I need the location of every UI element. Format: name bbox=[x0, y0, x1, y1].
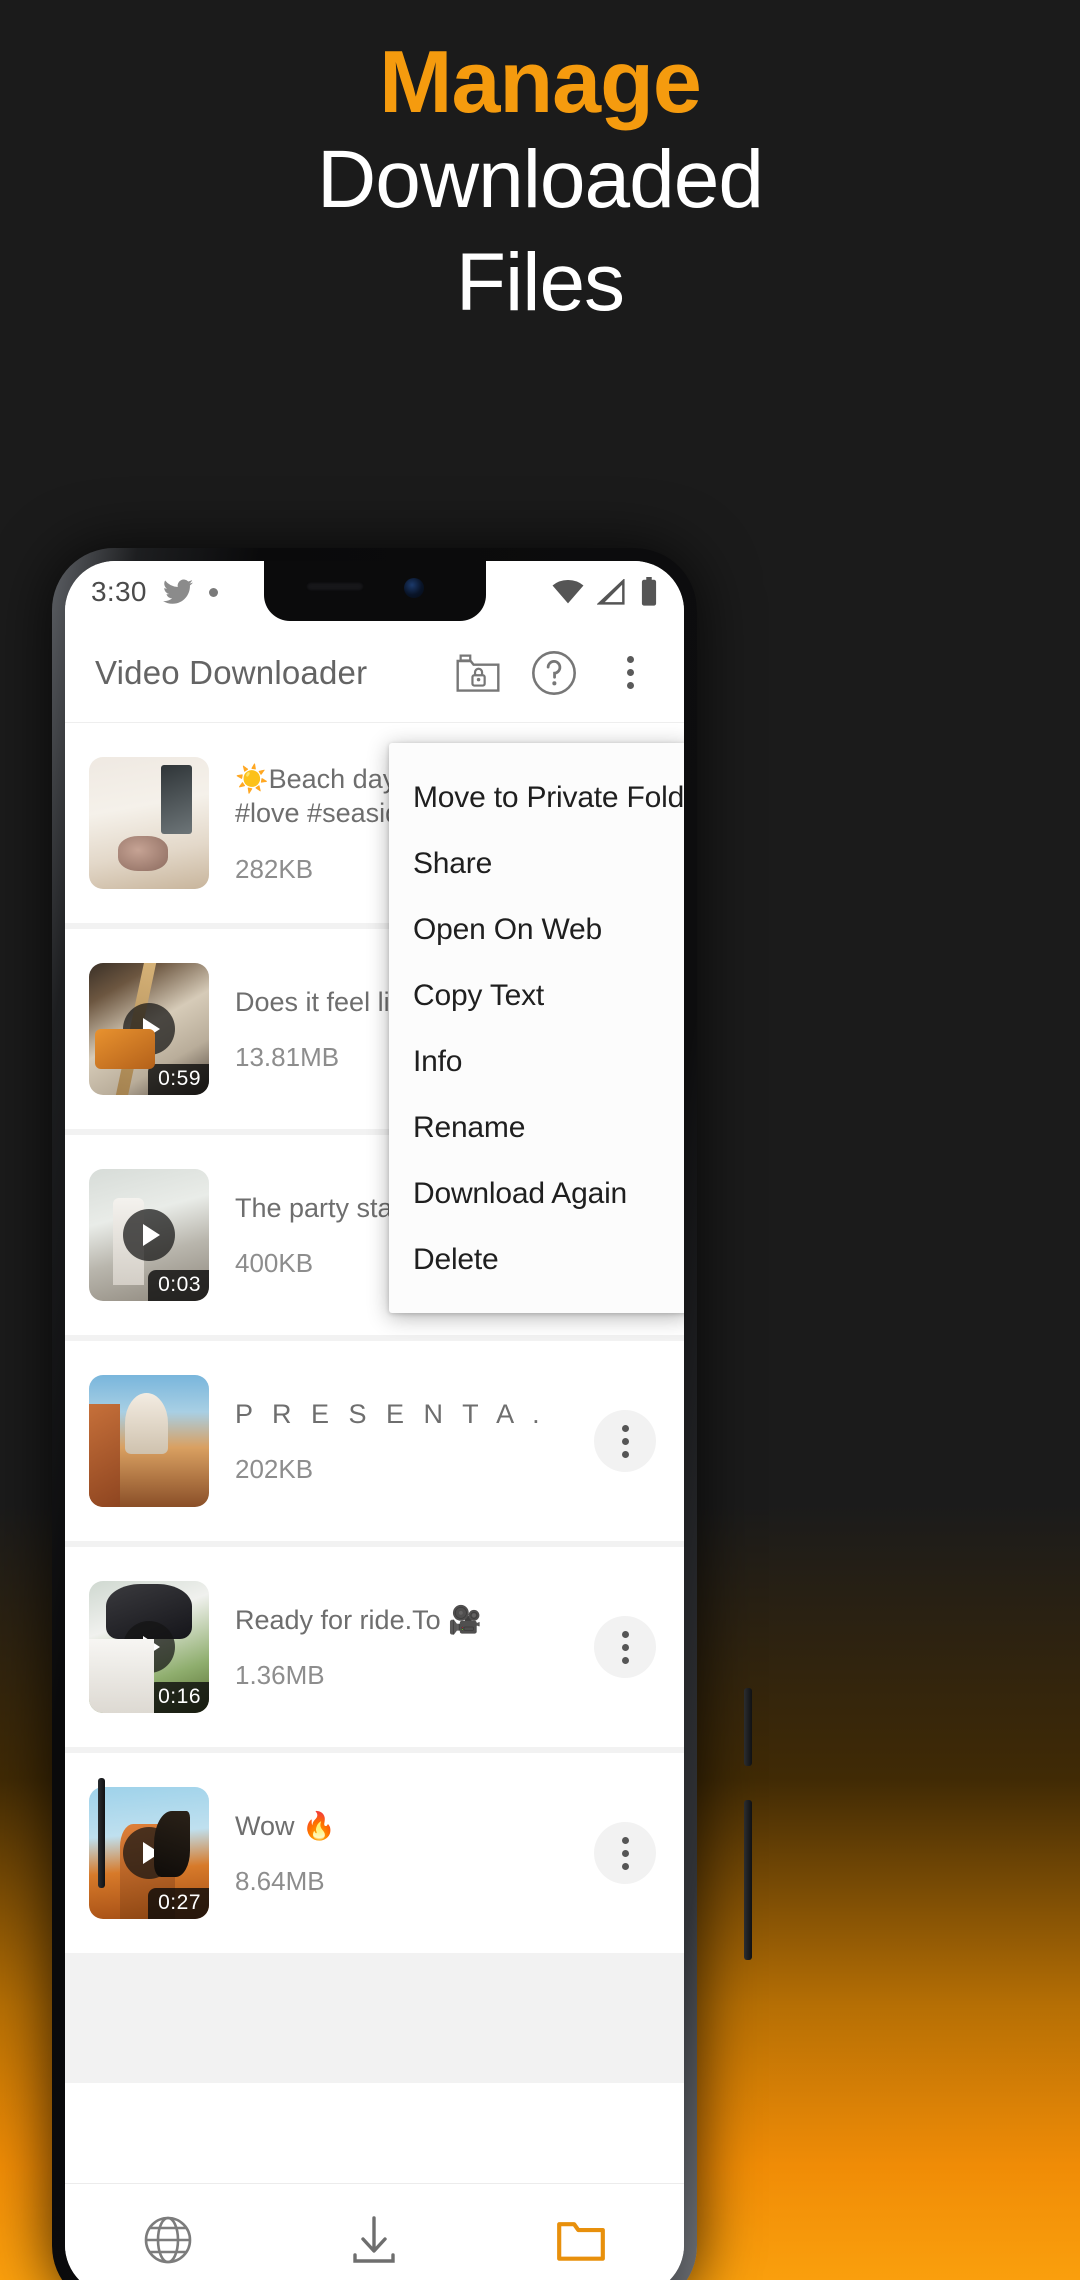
folder-icon bbox=[556, 2221, 605, 2261]
list-item-thumbnail[interactable]: 0:59 bbox=[89, 963, 209, 1095]
overflow-menu-icon[interactable] bbox=[598, 641, 662, 705]
dot-icon bbox=[208, 587, 218, 597]
nav-item-downloads[interactable] bbox=[271, 2184, 477, 2280]
dot bbox=[621, 1437, 629, 1445]
play-icon bbox=[123, 1827, 175, 1879]
status-bar-right bbox=[552, 577, 658, 607]
front-camera-icon bbox=[403, 578, 424, 598]
wifi-icon bbox=[552, 579, 584, 605]
dot bbox=[621, 1424, 629, 1432]
phone-notch bbox=[263, 561, 486, 621]
list-item-overflow-icon[interactable] bbox=[594, 1616, 656, 1678]
status-bar-left: 3:30 bbox=[91, 576, 218, 608]
phone-button-left[interactable] bbox=[98, 1778, 105, 1888]
nav-item-files[interactable] bbox=[478, 2184, 684, 2280]
list-item-thumbnail[interactable]: 0:03 bbox=[89, 1169, 209, 1301]
list-item-thumbnail[interactable]: 0:27 bbox=[89, 1787, 209, 1919]
context-menu-item[interactable]: Delete bbox=[389, 1227, 684, 1293]
context-menu-item[interactable]: Share bbox=[389, 831, 684, 897]
nav-item-browser[interactable] bbox=[65, 2184, 271, 2280]
list-item-overflow-icon[interactable] bbox=[594, 1822, 656, 1884]
context-menu-item[interactable]: Download Again bbox=[389, 1161, 684, 1227]
phone-button-volume[interactable] bbox=[744, 1688, 752, 1766]
twitter-icon bbox=[162, 579, 193, 605]
dot bbox=[626, 682, 634, 689]
context-menu-item[interactable]: Open On Web bbox=[389, 897, 684, 963]
locked-folder-icon[interactable] bbox=[446, 641, 510, 705]
context-menu-item[interactable]: Copy Text bbox=[389, 963, 684, 1029]
list-item-size: 202KB bbox=[235, 1453, 314, 1484]
headline-line-1: Manage bbox=[379, 32, 702, 131]
video-duration: 0:27 bbox=[148, 1888, 209, 1919]
dot bbox=[626, 656, 634, 663]
list-item[interactable]: 0:16 Ready for ride.To 🎥 1.36MB bbox=[65, 1547, 684, 1747]
bottom-navigation bbox=[65, 2183, 684, 2280]
cellular-signal-icon bbox=[597, 579, 627, 605]
context-menu[interactable]: Move to Private Folder Share Open On Web Co… bbox=[389, 743, 684, 1313]
download-arrow-icon bbox=[353, 2215, 396, 2263]
dot bbox=[621, 1450, 629, 1458]
app-bar: Video Downloader bbox=[65, 623, 684, 723]
phone-screen: 3:30 Video Downloader ☀️Beach days #love… bbox=[65, 561, 684, 2280]
list-item[interactable]: P R E S E N T A . 202KB bbox=[65, 1341, 684, 1541]
phone-mockup: 3:30 Video Downloader ☀️Beach days #love… bbox=[52, 548, 752, 2280]
dot bbox=[621, 1643, 629, 1651]
phone-button-power[interactable] bbox=[744, 1800, 752, 1960]
status-time: 3:30 bbox=[91, 576, 147, 607]
list-item-size: 1.36MB bbox=[235, 1659, 325, 1690]
earpiece-icon bbox=[305, 582, 364, 591]
globe-icon bbox=[144, 2216, 192, 2263]
context-menu-item[interactable]: Rename bbox=[389, 1095, 684, 1161]
context-menu-item[interactable]: Info bbox=[389, 1029, 684, 1095]
dot bbox=[621, 1630, 629, 1638]
list-item-thumbnail[interactable] bbox=[89, 1375, 209, 1507]
dot bbox=[626, 669, 634, 676]
app-bar-actions bbox=[446, 641, 662, 705]
play-icon bbox=[123, 1003, 175, 1055]
headline-line-2: Downloaded bbox=[317, 134, 764, 226]
headline-line-3: Files bbox=[455, 236, 625, 328]
overflow-dots bbox=[626, 656, 634, 689]
dot bbox=[621, 1656, 629, 1664]
dot bbox=[621, 1836, 629, 1844]
video-duration: 0:59 bbox=[148, 1064, 209, 1095]
list-item[interactable]: 0:27 Wow 🔥 8.64MB bbox=[65, 1753, 684, 1953]
play-icon bbox=[123, 1209, 175, 1261]
dot bbox=[621, 1862, 629, 1870]
promo-headline: Manage Downloaded Files bbox=[0, 34, 1080, 334]
list-item-thumbnail[interactable] bbox=[89, 757, 209, 889]
list-item-overflow-icon[interactable] bbox=[594, 1410, 656, 1472]
context-menu-item[interactable]: Move to Private Folder bbox=[389, 765, 684, 831]
app-title: Video Downloader bbox=[95, 653, 368, 691]
video-duration: 0:16 bbox=[148, 1682, 209, 1713]
help-circle-icon[interactable] bbox=[522, 641, 586, 705]
list-item-size: 8.64MB bbox=[235, 1865, 325, 1896]
play-icon bbox=[123, 1621, 175, 1673]
list-item-thumbnail[interactable]: 0:16 bbox=[89, 1581, 209, 1713]
video-duration: 0:03 bbox=[148, 1270, 209, 1301]
dot bbox=[621, 1849, 629, 1857]
battery-icon bbox=[640, 577, 658, 607]
